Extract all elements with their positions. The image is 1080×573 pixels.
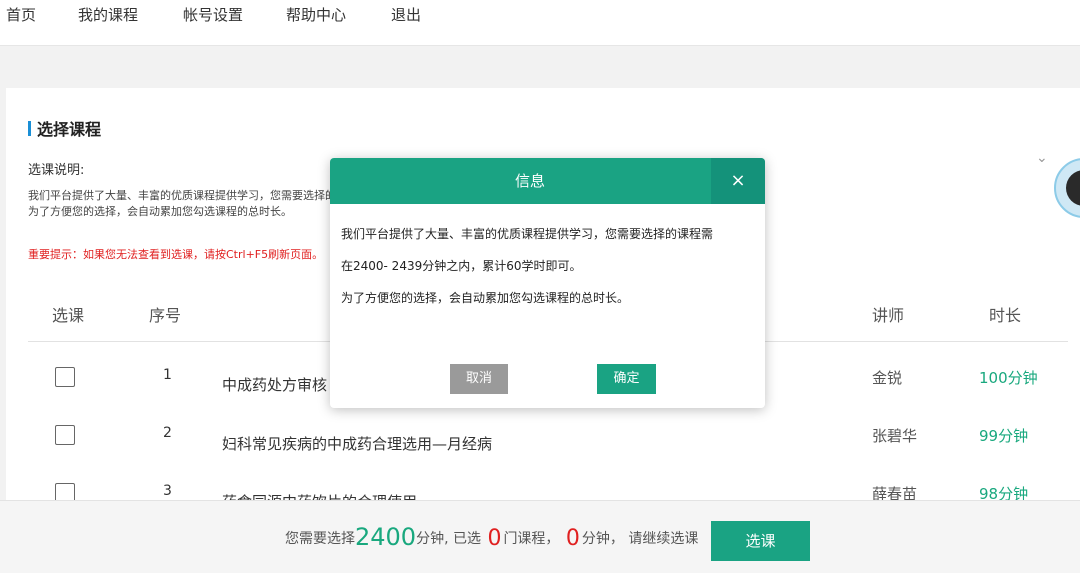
title-accent-bar (28, 121, 31, 136)
chevron-down-icon[interactable]: ⌄ (1036, 150, 1048, 166)
dialog-title: 信息 (514, 172, 545, 190)
dialog-header: 信息 × (330, 158, 765, 204)
warning-text: 重要提示：如果您无法查看到选课，请按Ctrl+F5刷新页面。 (28, 248, 324, 261)
confirm-button[interactable]: 确定 (597, 364, 656, 394)
intro-text: 我们平台提供了大量、丰富的优质课程提供学习，您需要选择的课程需在2400- 24… (28, 188, 334, 220)
teacher-name: 张碧华 (872, 427, 918, 445)
section-title: 选择课程 (28, 116, 101, 140)
course-checkbox[interactable] (55, 425, 75, 445)
dialog-line-3: 为了方便您的选择，会自动累加您勾选课程的总时长。 (341, 291, 630, 305)
intro-line-2: 为了方便您的选择，会自动累加您勾选课程的总时长。 (28, 205, 292, 218)
summary-suffix: 分钟， 请继续选课 (581, 531, 699, 547)
avatar-face-icon (1066, 170, 1080, 206)
summary-prefix: 您需要选择 (285, 531, 355, 547)
nav-my-courses[interactable]: 我的课程 (78, 4, 138, 25)
section-title-text: 选择课程 (37, 120, 102, 139)
select-courses-button[interactable]: 选课 (711, 521, 810, 561)
courses-selected-count: 0 (487, 526, 502, 551)
course-duration: 100分钟 (979, 369, 1038, 387)
selection-summary-bar: 您需要选择2400分钟, 已选 0 门课程， 0 分钟， 请继续选课 选课 (0, 500, 1080, 573)
selection-summary: 您需要选择2400分钟, 已选 0 门课程， 0 分钟， 请继续选课 (285, 523, 698, 551)
row-number: 1 (163, 367, 172, 383)
info-dialog: 信息 × 我们平台提供了大量、丰富的优质课程提供学习，您需要选择的课程需 在24… (330, 158, 765, 408)
teacher-name: 金锐 (872, 369, 903, 387)
header-no: 序号 (149, 306, 182, 325)
course-checkbox[interactable] (55, 367, 75, 387)
summary-courses-unit: 门课程， (503, 531, 560, 547)
course-name: 妇科常见疾病的中成药合理选用—月经病 (222, 435, 493, 453)
cancel-button[interactable]: 取消 (450, 364, 508, 394)
top-nav: 首页 我的课程 帐号设置 帮助中心 退出 (0, 0, 1080, 46)
nav-home[interactable]: 首页 (6, 4, 36, 25)
header-select: 选课 (52, 306, 85, 325)
dialog-body: 我们平台提供了大量、丰富的优质课程提供学习，您需要选择的课程需 在2400- 2… (341, 218, 756, 314)
dialog-line-2: 在2400- 2439分钟之内，累计60学时即可。 (341, 259, 582, 273)
row-number: 3 (163, 483, 172, 499)
course-duration: 99分钟 (979, 427, 1029, 445)
close-icon[interactable]: × (711, 158, 765, 204)
header-duration: 时长 (989, 306, 1022, 325)
required-minutes: 2400 (355, 523, 417, 551)
dialog-line-1: 我们平台提供了大量、丰富的优质课程提供学习，您需要选择的课程需 (341, 227, 714, 241)
nav-account-settings[interactable]: 帐号设置 (183, 4, 243, 25)
course-name: 中成药处方审核 (222, 376, 328, 394)
intro-line-1: 我们平台提供了大量、丰富的优质课程提供学习，您需要选择的课程需在2400- 24… (28, 189, 334, 202)
nav-logout[interactable]: 退出 (391, 4, 421, 25)
summary-unit-selected: 分钟, 已选 (416, 531, 481, 547)
minutes-selected-count: 0 (565, 526, 580, 551)
intro-heading: 选课说明: (28, 163, 85, 178)
nav-help-center[interactable]: 帮助中心 (286, 4, 346, 25)
row-number: 2 (163, 425, 172, 441)
header-teacher: 讲师 (872, 306, 905, 325)
